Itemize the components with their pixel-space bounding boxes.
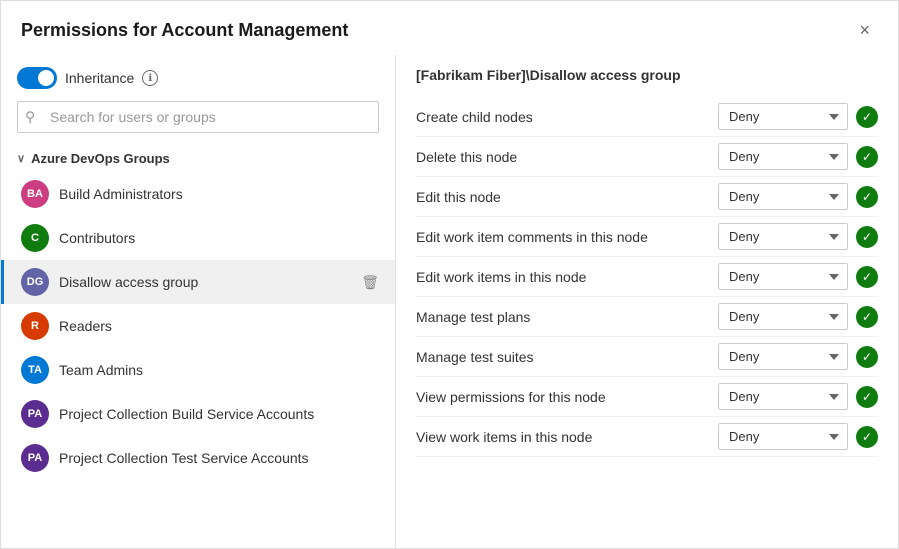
permission-dropdown-wrap: Not setAllowDenyDeny (inherited) ✓ bbox=[718, 383, 878, 410]
permission-name: Edit work items in this node bbox=[416, 269, 718, 285]
permission-select[interactable]: Not setAllowDenyDeny (inherited) bbox=[718, 183, 848, 210]
toggle-track[interactable] bbox=[17, 67, 57, 89]
permission-row: Edit this nodeNot setAllowDenyDeny (inhe… bbox=[416, 177, 878, 217]
permission-name: Edit work item comments in this node bbox=[416, 229, 718, 245]
permission-dropdown-wrap: Not setAllowDenyDeny (inherited) ✓ bbox=[718, 183, 878, 210]
permission-select[interactable]: Not setAllowDenyDeny (inherited) bbox=[718, 103, 848, 130]
group-item[interactable]: DG Disallow access group 🗑 bbox=[1, 260, 395, 304]
delete-icon[interactable]: 🗑 bbox=[361, 274, 379, 291]
right-panel: [Fabrikam Fiber]\Disallow access group C… bbox=[396, 55, 898, 548]
search-icon: ⚲ bbox=[25, 109, 35, 126]
permission-select[interactable]: Not setAllowDenyDeny (inherited) bbox=[718, 223, 848, 250]
permission-select[interactable]: Not setAllowDenyDeny (inherited) bbox=[718, 423, 848, 450]
inheritance-row: Inheritance ℹ bbox=[1, 67, 395, 101]
group-item[interactable]: PA Project Collection Build Service Accou… bbox=[1, 392, 395, 436]
close-button[interactable]: × bbox=[851, 17, 878, 43]
chevron-down-icon: ∨ bbox=[17, 152, 25, 165]
group-list: BA Build Administrators C Contributors DG Dis… bbox=[1, 172, 395, 480]
permission-dropdown-wrap: Not setAllowDenyDeny (inherited) ✓ bbox=[718, 223, 878, 250]
permission-row: Edit work items in this nodeNot setAllow… bbox=[416, 257, 878, 297]
permission-name: Manage test plans bbox=[416, 309, 718, 325]
permission-row: View permissions for this nodeNot setAll… bbox=[416, 377, 878, 417]
permission-dropdown-wrap: Not setAllowDenyDeny (inherited) ✓ bbox=[718, 303, 878, 330]
permission-name: View work items in this node bbox=[416, 429, 718, 445]
avatar: C bbox=[21, 224, 49, 252]
group-item[interactable]: TA Team Admins bbox=[1, 348, 395, 392]
permission-select[interactable]: Not setAllowDenyDeny (inherited) bbox=[718, 303, 848, 330]
avatar: DG bbox=[21, 268, 49, 296]
info-icon[interactable]: ℹ bbox=[142, 70, 158, 86]
dialog-header: Permissions for Account Management × bbox=[1, 1, 898, 55]
permission-select[interactable]: Not setAllowDenyDeny (inherited) bbox=[718, 343, 848, 370]
group-name: Build Administrators bbox=[59, 186, 379, 202]
inheritance-label: Inheritance bbox=[65, 70, 134, 86]
permission-row: Manage test suitesNot setAllowDenyDeny (… bbox=[416, 337, 878, 377]
avatar: BA bbox=[21, 180, 49, 208]
inheritance-toggle[interactable] bbox=[17, 67, 57, 89]
group-item[interactable]: BA Build Administrators bbox=[1, 172, 395, 216]
group-item[interactable]: C Contributors bbox=[1, 216, 395, 260]
permission-row: Create child nodesNot setAllowDenyDeny (… bbox=[416, 97, 878, 137]
group-item[interactable]: R Readers bbox=[1, 304, 395, 348]
permission-select[interactable]: Not setAllowDenyDeny (inherited) bbox=[718, 263, 848, 290]
check-icon: ✓ bbox=[856, 186, 878, 208]
selected-group-title: [Fabrikam Fiber]\Disallow access group bbox=[416, 67, 878, 83]
check-icon: ✓ bbox=[856, 426, 878, 448]
permission-select[interactable]: Not setAllowDenyDeny (inherited) bbox=[718, 143, 848, 170]
permissions-list: Create child nodesNot setAllowDenyDeny (… bbox=[416, 97, 878, 457]
group-item[interactable]: PA Project Collection Test Service Accoun… bbox=[1, 436, 395, 480]
group-section-header: ∨ Azure DevOps Groups bbox=[1, 145, 395, 172]
permission-row: Edit work item comments in this nodeNot … bbox=[416, 217, 878, 257]
permission-name: View permissions for this node bbox=[416, 389, 718, 405]
group-name: Readers bbox=[59, 318, 379, 334]
search-input[interactable] bbox=[17, 101, 379, 133]
avatar: PA bbox=[21, 444, 49, 472]
group-section-label: Azure DevOps Groups bbox=[31, 151, 170, 166]
avatar: R bbox=[21, 312, 49, 340]
check-icon: ✓ bbox=[856, 266, 878, 288]
permission-dropdown-wrap: Not setAllowDenyDeny (inherited) ✓ bbox=[718, 423, 878, 450]
permission-name: Edit this node bbox=[416, 189, 718, 205]
permission-dropdown-wrap: Not setAllowDenyDeny (inherited) ✓ bbox=[718, 143, 878, 170]
dialog-title: Permissions for Account Management bbox=[21, 20, 348, 41]
permission-name: Create child nodes bbox=[416, 109, 718, 125]
permission-name: Manage test suites bbox=[416, 349, 718, 365]
group-name: Disallow access group bbox=[59, 274, 351, 290]
check-icon: ✓ bbox=[856, 106, 878, 128]
check-icon: ✓ bbox=[856, 386, 878, 408]
avatar: PA bbox=[21, 400, 49, 428]
group-name: Project Collection Test Service Accounts bbox=[59, 450, 379, 466]
avatar: TA bbox=[21, 356, 49, 384]
check-icon: ✓ bbox=[856, 346, 878, 368]
search-box: ⚲ bbox=[17, 101, 379, 133]
permission-select[interactable]: Not setAllowDenyDeny (inherited) bbox=[718, 383, 848, 410]
permission-row: Manage test plansNot setAllowDenyDeny (i… bbox=[416, 297, 878, 337]
permission-row: View work items in this nodeNot setAllow… bbox=[416, 417, 878, 457]
permission-dropdown-wrap: Not setAllowDenyDeny (inherited) ✓ bbox=[718, 343, 878, 370]
group-name: Project Collection Build Service Account… bbox=[59, 406, 379, 422]
permission-dropdown-wrap: Not setAllowDenyDeny (inherited) ✓ bbox=[718, 263, 878, 290]
toggle-thumb bbox=[38, 70, 54, 86]
permission-dropdown-wrap: Not setAllowDenyDeny (inherited) ✓ bbox=[718, 103, 878, 130]
check-icon: ✓ bbox=[856, 146, 878, 168]
group-name: Team Admins bbox=[59, 362, 379, 378]
permissions-dialog: Permissions for Account Management × Inh… bbox=[0, 0, 899, 549]
check-icon: ✓ bbox=[856, 226, 878, 248]
group-name: Contributors bbox=[59, 230, 379, 246]
left-panel: Inheritance ℹ ⚲ ∨ Azure DevOps Groups BA… bbox=[1, 55, 396, 548]
permission-name: Delete this node bbox=[416, 149, 718, 165]
check-icon: ✓ bbox=[856, 306, 878, 328]
permission-row: Delete this nodeNot setAllowDenyDeny (in… bbox=[416, 137, 878, 177]
dialog-body: Inheritance ℹ ⚲ ∨ Azure DevOps Groups BA… bbox=[1, 55, 898, 548]
